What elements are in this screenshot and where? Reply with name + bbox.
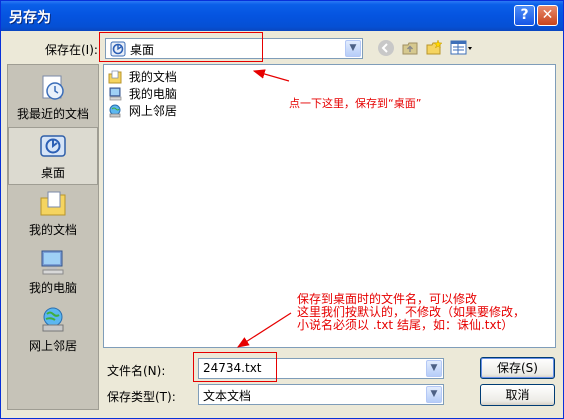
save-button[interactable]: 保存(S) bbox=[480, 357, 555, 379]
annotation-top: 点一下这里，保存到“桌面” bbox=[289, 97, 422, 110]
annotation-bottom-line3: 小说名必须以 .txt 结尾，如：诛仙.txt） bbox=[297, 318, 514, 332]
filename-label: 文件名(N): bbox=[107, 364, 166, 378]
cancel-button[interactable]: 取消 bbox=[480, 384, 555, 406]
filetype-select[interactable]: 文本文档 ▼ bbox=[198, 384, 444, 405]
filetype-value: 文本文档 bbox=[203, 389, 252, 403]
chevron-down-icon[interactable]: ▼ bbox=[426, 360, 442, 377]
filetype-label: 保存类型(T): bbox=[107, 390, 176, 404]
save-as-dialog: 另存为 ? ✕ 保存在(I): 桌面 ▼ 我最近的文档 桌面 我的文档 我的电脑… bbox=[0, 0, 564, 419]
annotation-box-filename bbox=[193, 352, 277, 382]
annotation-arrows bbox=[236, 69, 292, 348]
chevron-down-icon[interactable]: ▼ bbox=[426, 386, 442, 403]
